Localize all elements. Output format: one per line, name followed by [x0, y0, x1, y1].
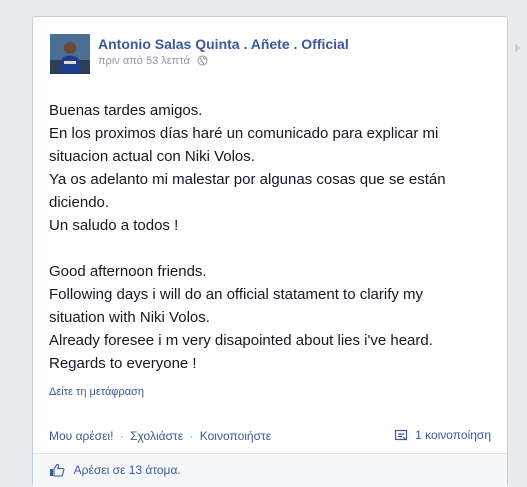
post-card: Antonio Salas Quinta . Añete . Official …	[32, 16, 508, 487]
post-meta: πριν από 53 λεπτά	[98, 55, 208, 69]
thumbs-up-icon	[50, 463, 65, 477]
card-edge-arrow	[515, 44, 521, 52]
post-line: Ya os adelanto mi malestar por algunas c…	[49, 171, 446, 188]
post-line: Regards to everyone !	[49, 355, 197, 372]
post-actions: Μου αρέσει! · Σχολιάστε · Κοινοποιήστε	[49, 429, 271, 443]
post-line: situacion actual con Niki Volos.	[49, 148, 255, 165]
author-avatar[interactable]	[50, 34, 90, 74]
likes-bar: Αρέσει σε 13 άτομα.	[33, 453, 507, 487]
shares-count-label: 1 κοινοποίηση	[415, 428, 491, 442]
like-link[interactable]: Μου αρέσει!	[49, 429, 113, 443]
author-name-link[interactable]: Antonio Salas Quinta . Añete . Official	[98, 36, 349, 52]
shares-count-link[interactable]: 1 κοινοποίηση	[394, 428, 491, 442]
comment-link[interactable]: Σχολιάστε	[130, 429, 183, 443]
post-body: Buenas tardes amigos. En los proximos dí…	[49, 99, 499, 375]
action-separator: ·	[119, 429, 124, 443]
globe-icon[interactable]	[197, 55, 208, 69]
post-line: En los proximos días haré un comunicado …	[49, 125, 439, 142]
post-line: Already foresee i m very disapointed abo…	[49, 332, 433, 349]
post-line: diciendo.	[49, 194, 110, 211]
post-line: situation with Niki Volos.	[49, 309, 210, 326]
post-line: Good afternoon friends.	[49, 263, 207, 280]
see-translation-link[interactable]: Δείτε τη μετάφραση	[49, 386, 144, 398]
post-timestamp[interactable]: πριν από 53 λεπτά	[98, 55, 190, 67]
share-icon	[394, 429, 407, 441]
action-separator: ·	[189, 429, 194, 443]
post-line: Buenas tardes amigos.	[49, 102, 203, 119]
share-link[interactable]: Κοινοποιήστε	[200, 429, 271, 443]
likes-count-label: Αρέσει σε 13 άτομα.	[73, 463, 181, 477]
likes-summary[interactable]: Αρέσει σε 13 άτομα.	[49, 463, 181, 477]
post-line: Following days i will do an official sta…	[49, 286, 424, 303]
post-line: Un saludo a todos !	[49, 217, 179, 234]
